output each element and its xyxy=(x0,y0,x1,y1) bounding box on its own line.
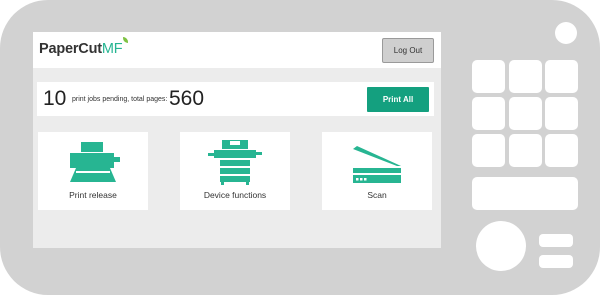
keypad-key-7[interactable] xyxy=(472,134,505,167)
printer-icon xyxy=(38,140,148,186)
keypad-wide-key[interactable] xyxy=(472,177,578,210)
header-bar: PaperCutMF Log Out xyxy=(33,32,441,68)
small-button-bottom[interactable] xyxy=(539,255,573,268)
tile-scan-label: Scan xyxy=(367,190,387,200)
copier-icon xyxy=(180,140,290,186)
touch-screen: PaperCutMF Log Out 10 print jobs pending… xyxy=(33,32,441,248)
pending-jobs-bar: 10 print jobs pending, total pages: 560 … xyxy=(37,82,434,116)
print-all-button[interactable]: Print All xyxy=(367,87,429,112)
tile-print-release-label: Print release xyxy=(69,190,117,200)
logo-leaf-icon xyxy=(123,37,129,43)
keypad-key-9[interactable] xyxy=(545,134,578,167)
tile-device-functions-label: Device functions xyxy=(203,190,267,200)
keypad-key-4[interactable] xyxy=(472,97,505,130)
keypad-key-6[interactable] xyxy=(545,97,578,130)
keypad-key-2[interactable] xyxy=(509,60,542,93)
logo-suffix-text: MF xyxy=(101,41,123,57)
small-button-top[interactable] xyxy=(539,234,573,247)
scanner-icon xyxy=(322,140,432,186)
pending-jobs-text: print jobs pending, total pages: xyxy=(72,96,168,103)
top-round-button[interactable] xyxy=(555,22,577,44)
logout-button[interactable]: Log Out xyxy=(382,38,434,63)
tile-print-release[interactable]: Print release xyxy=(38,132,148,210)
pending-jobs-count: 10 xyxy=(43,87,67,110)
papercut-logo: PaperCutMF xyxy=(39,37,129,57)
keypad-key-5[interactable] xyxy=(509,97,542,130)
logo-main-text: PaperCut xyxy=(39,41,102,57)
device-body: PaperCutMF Log Out 10 print jobs pending… xyxy=(0,0,600,295)
tile-scan[interactable]: Scan xyxy=(322,132,432,210)
tile-device-functions[interactable]: Device functions xyxy=(180,132,290,210)
keypad-key-3[interactable] xyxy=(545,60,578,93)
total-pages-count: 560 xyxy=(169,87,205,110)
keypad-key-1[interactable] xyxy=(472,60,505,93)
keypad-key-8[interactable] xyxy=(509,134,542,167)
start-round-button[interactable] xyxy=(476,221,526,271)
